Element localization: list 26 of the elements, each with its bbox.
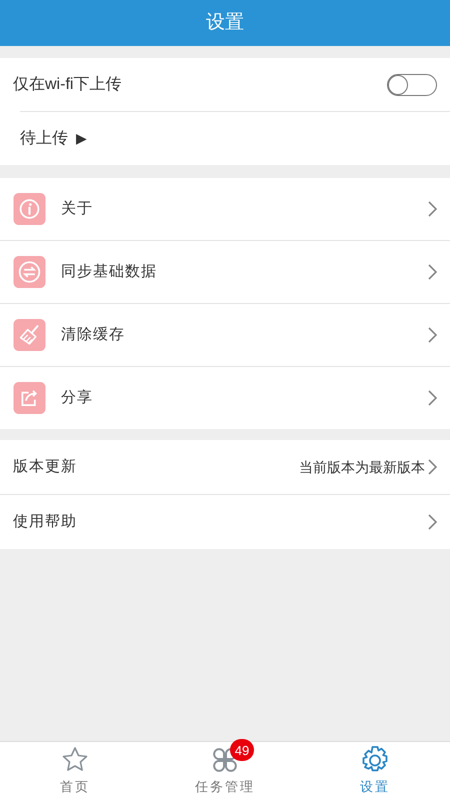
chevron-icon	[428, 327, 438, 343]
notification-badge: 49	[230, 739, 254, 762]
info-icon	[12, 193, 47, 225]
header-title: 设置	[206, 10, 244, 35]
pending-uploads-link[interactable]: 待上传	[20, 126, 68, 150]
menu-item[interactable]: 版本更新 当前版本为最新版本	[0, 440, 450, 494]
tab-item[interactable]: 首页	[0, 742, 150, 800]
setting-label: 仅在wi-fi下上传	[13, 74, 122, 94]
menu-item[interactable]: 同步基础数据	[0, 241, 450, 303]
menu-item[interactable]: 使用帮助	[0, 495, 450, 549]
menu-item[interactable]: 清除缓存	[0, 304, 450, 366]
chevron-icon	[428, 459, 438, 475]
menu-item[interactable]: 分享	[0, 367, 450, 429]
chevron-icon	[428, 201, 438, 217]
sync-icon	[12, 256, 47, 288]
chevron-icon	[428, 390, 438, 406]
tab-item[interactable]: 49 任务管理	[150, 742, 300, 800]
tab-item[interactable]: 设置	[300, 742, 450, 800]
toggle-switch[interactable]	[387, 74, 437, 96]
menu-item[interactable]: 关于	[0, 178, 450, 240]
version-status: 当前版本为最新版本	[299, 458, 425, 476]
broom-icon	[12, 319, 47, 351]
chevron-icon	[428, 514, 438, 530]
chevron-icon	[428, 264, 438, 280]
expand-arrow[interactable]: ▶	[76, 128, 87, 149]
share-icon	[12, 382, 47, 414]
